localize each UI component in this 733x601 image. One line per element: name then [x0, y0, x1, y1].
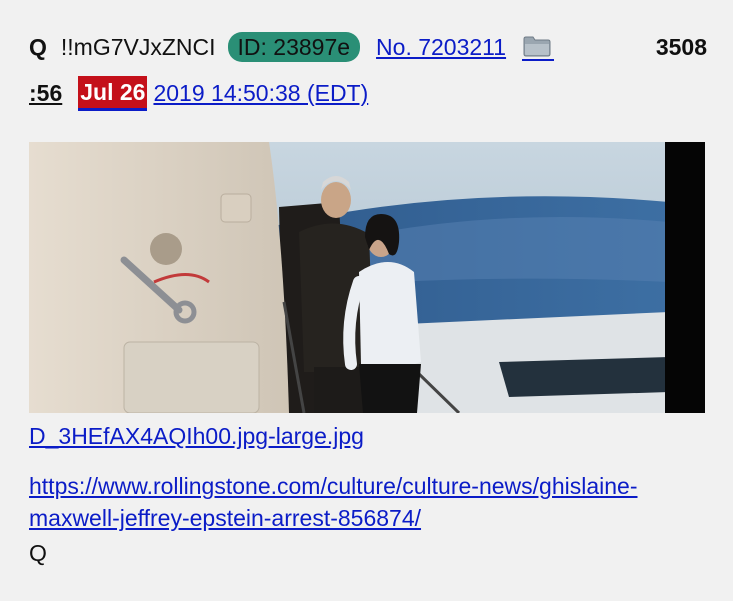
poster-id-badge[interactable]: ID: 23897e [227, 32, 361, 62]
post-header: Q !!mG7VJxZNCI ID: 23897e No. 7203211 35… [29, 30, 707, 64]
post-number-link[interactable]: No. 7203211 [376, 34, 506, 61]
article-link[interactable]: https://www.rollingstone.com/culture/cul… [29, 470, 669, 534]
timestamp-link[interactable]: 2019 14:50:38 (EDT) [153, 80, 368, 107]
image-filename-link[interactable]: D_3HEfAX4AQIh00.jpg-large.jpg [29, 423, 364, 450]
thread-number: 3508 [655, 33, 707, 60]
post: Q !!mG7VJxZNCI ID: 23897e No. 7203211 35… [0, 0, 733, 601]
date-highlight[interactable]: Jul 26 [78, 75, 148, 111]
author-name: Q [29, 33, 47, 60]
folder-icon[interactable] [522, 33, 555, 61]
post-header-continued: :56 Jul 26 2019 14:50:38 (EDT) [29, 75, 368, 111]
post-signature: Q [29, 540, 47, 566]
post-image[interactable] [29, 142, 705, 413]
tripcode: !!mG7VJxZNCI [60, 33, 216, 60]
thread-number-continued[interactable]: :56 [29, 80, 62, 107]
